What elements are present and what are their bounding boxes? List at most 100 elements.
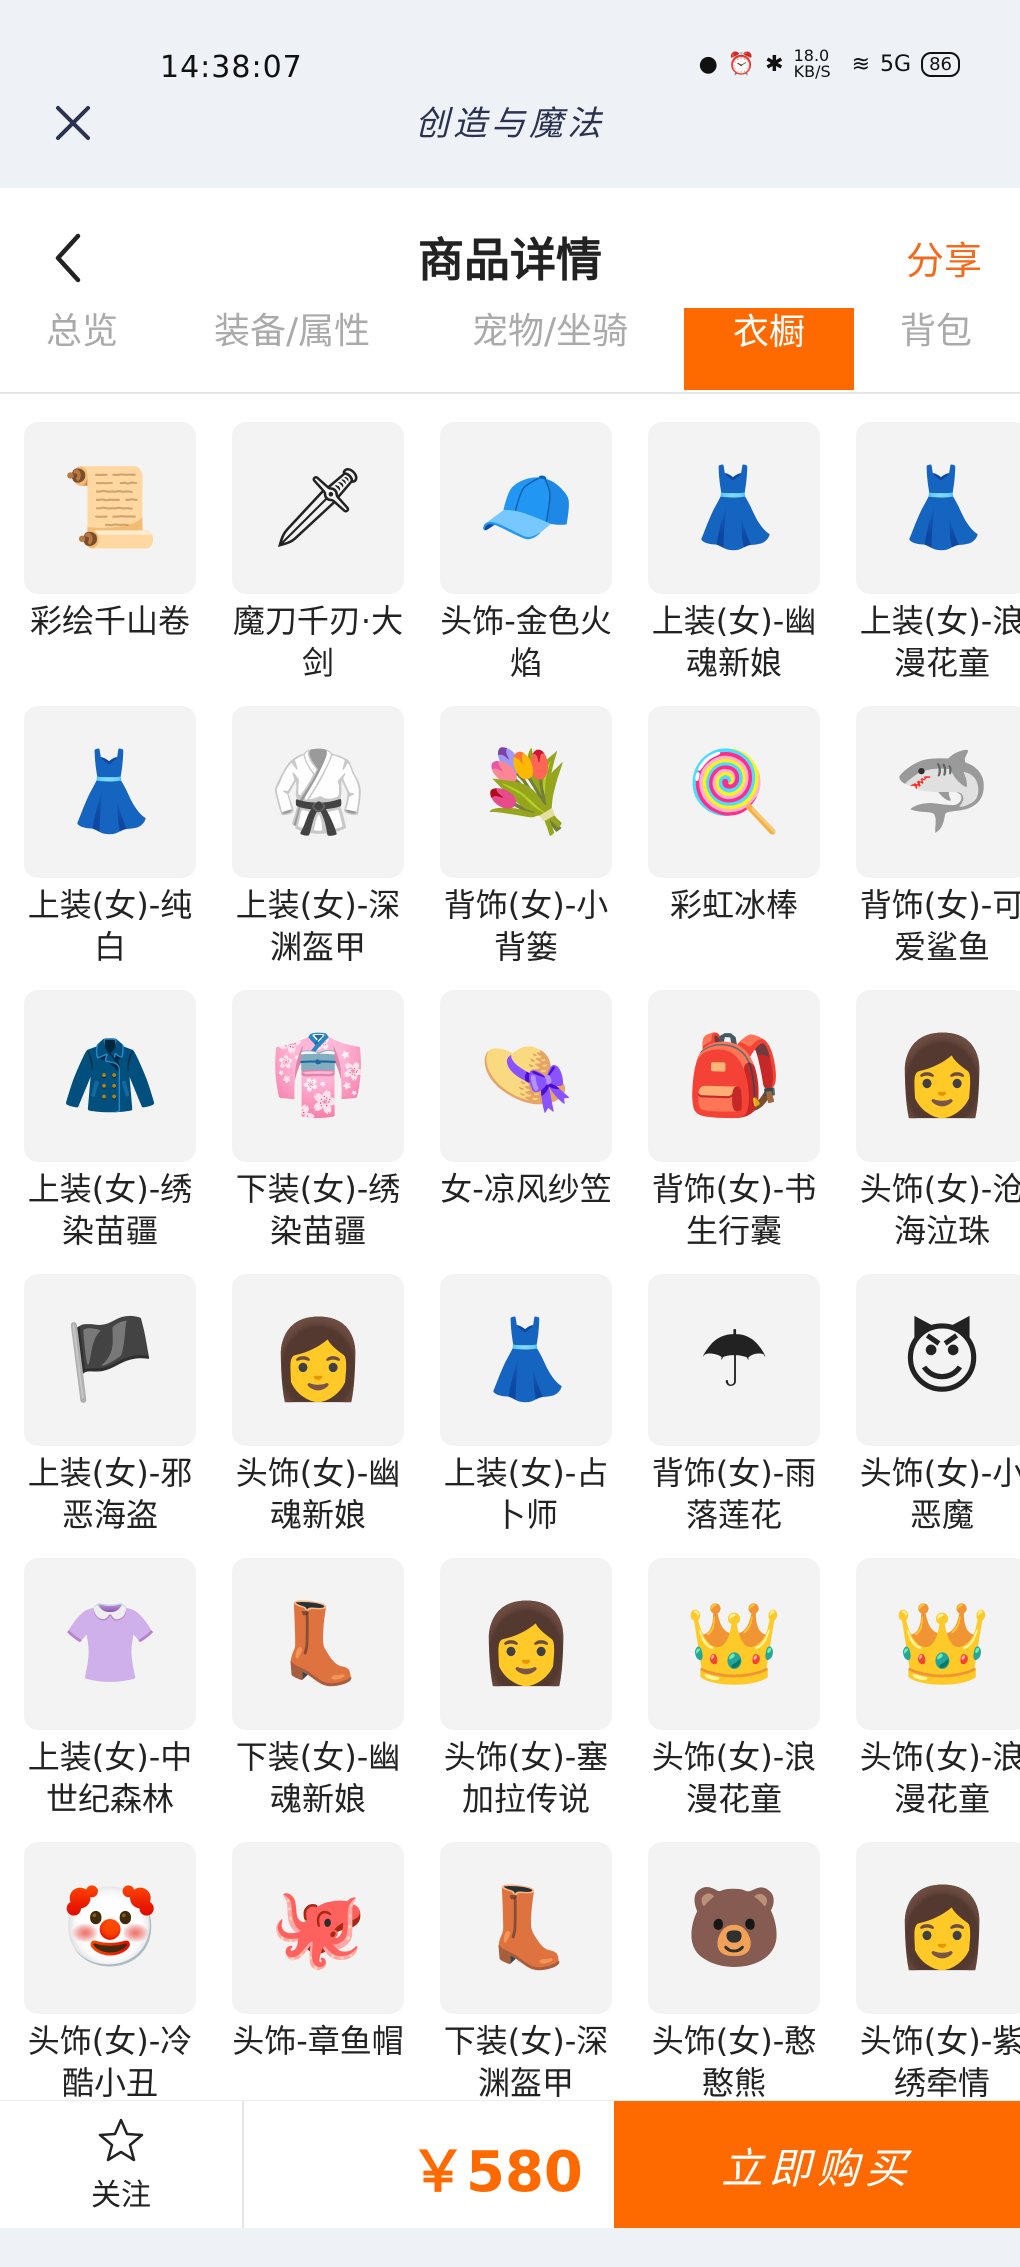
umbrella-icon: ☂ xyxy=(648,1274,820,1446)
wardrobe-item[interactable]: 👑 头饰(女)-浪漫花童 xyxy=(644,1558,824,1842)
hair-icon: 👩 xyxy=(232,1274,404,1446)
pirate-icon: 🏴 xyxy=(24,1274,196,1446)
popsicle-icon: 🍭 xyxy=(648,706,820,878)
wardrobe-item-name: 魔刀千刃·大剑 xyxy=(232,602,404,682)
follow-label: 关注 xyxy=(91,2178,151,2213)
bottom-bar: 关注 ￥580 立即购买 xyxy=(0,2100,1020,2229)
flower-basket-icon: 💐 xyxy=(440,706,612,878)
price: ￥580 xyxy=(410,2140,583,2205)
wardrobe-item[interactable]: 🐙 头饰-章鱼帽 xyxy=(228,1842,408,2100)
network-speed: 18.0 KB/S xyxy=(793,46,831,81)
wardrobe-item[interactable]: 🦈 背饰(女)-可爱鲨鱼 xyxy=(852,706,1020,990)
wardrobe-item[interactable]: 👗 上装(女)-浪漫花童 xyxy=(852,422,1020,706)
skirt-icon: 👘 xyxy=(232,990,404,1162)
share-button[interactable]: 分享 xyxy=(906,230,982,285)
wardrobe-item[interactable]: 🏴 上装(女)-邪恶海盗 xyxy=(20,1274,200,1558)
wardrobe-item-name: 上装(女)-浪漫花童 xyxy=(859,602,1020,682)
tab-equipment[interactable]: 装备/属性 xyxy=(214,308,370,382)
dress-icon: 👗 xyxy=(648,422,820,594)
wardrobe-item[interactable]: 👗 上装(女)-占卜师 xyxy=(436,1274,616,1558)
wardrobe-item[interactable]: 👘 下装(女)-绣染苗疆 xyxy=(228,990,408,1274)
shark-icon: 🦈 xyxy=(856,706,1020,878)
bluetooth-icon: ✱ xyxy=(765,51,784,77)
wardrobe-item[interactable]: 👩 头饰(女)-幽魂新娘 xyxy=(228,1274,408,1558)
octopus-icon: 🐙 xyxy=(232,1842,404,2014)
wardrobe-item[interactable]: 👗 上装(女)-纯白 xyxy=(20,706,200,990)
hair-icon: 👩 xyxy=(440,1558,612,1730)
tab-backpack[interactable]: 背包 xyxy=(900,308,972,382)
wardrobe-item[interactable]: 🧢 头饰-金色火焰 xyxy=(436,422,616,706)
wardrobe-item[interactable]: 👒 女-凉风纱笠 xyxy=(436,990,616,1274)
wardrobe-item-name: 头饰(女)-憨憨熊 xyxy=(651,2022,817,2100)
wardrobe-item[interactable]: 🐻 头饰(女)-憨憨熊 xyxy=(644,1842,824,2100)
armor-icon: 🥋 xyxy=(232,706,404,878)
boots-icon: 👢 xyxy=(232,1558,404,1730)
wardrobe-item-name: 上装(女)-纯白 xyxy=(27,886,193,966)
wardrobe-item[interactable]: 👩 头饰(女)-紫绣牵情 xyxy=(852,1842,1020,2100)
tab-wardrobe[interactable]: 衣橱 xyxy=(684,308,854,390)
follow-button[interactable]: 关注 xyxy=(0,2101,244,2229)
wardrobe-item-name: 上装(女)-中世纪森林 xyxy=(27,1738,193,1818)
wardrobe-item-name: 女-凉风纱笠 xyxy=(440,1170,612,1208)
wardrobe-item-name: 背饰(女)-可爱鲨鱼 xyxy=(859,886,1020,966)
wardrobe-item[interactable]: 👩 头饰(女)-沧海泣珠 xyxy=(852,990,1020,1274)
tab-pets[interactable]: 宠物/坐骑 xyxy=(472,308,628,382)
wardrobe-item-name: 头饰-章鱼帽 xyxy=(232,2022,404,2060)
star-icon xyxy=(98,2118,144,2162)
tab-overview[interactable]: 总览 xyxy=(46,308,118,382)
wardrobe-item[interactable]: 🍭 彩虹冰棒 xyxy=(644,706,824,990)
wardrobe-item-name: 头饰(女)-浪漫花童 xyxy=(651,1738,817,1818)
wardrobe-item-name: 头饰(女)-沧海泣珠 xyxy=(859,1170,1020,1250)
app-top-bar: 14:38:07 ● ⏰ ✱ 18.0 KB/S ≋ 5G 86 创造与魔法 xyxy=(0,0,1020,188)
wardrobe-item-name: 彩虹冰棒 xyxy=(669,886,798,924)
crown-icon: 👑 xyxy=(648,1558,820,1730)
wardrobe-item[interactable]: 👩 头饰(女)-塞加拉传说 xyxy=(436,1558,616,1842)
wardrobe-item[interactable]: 💐 背饰(女)-小背篓 xyxy=(436,706,616,990)
poncho-icon: 🧥 xyxy=(24,990,196,1162)
wardrobe-item-name: 上装(女)-邪恶海盗 xyxy=(27,1454,193,1534)
wardrobe-item[interactable]: 🗡 魔刀千刃·大剑 xyxy=(228,422,408,706)
wardrobe-item-name: 上装(女)-占卜师 xyxy=(443,1454,609,1534)
horns-icon: 😈 xyxy=(856,1274,1020,1446)
wardrobe-item[interactable]: 😈 头饰(女)-小恶魔 xyxy=(852,1274,1020,1558)
hair-icon: 👩 xyxy=(856,1842,1020,2014)
wardrobe-item-name: 头饰(女)-冷酷小丑 xyxy=(27,2022,193,2100)
wardrobe-item[interactable]: 👢 下装(女)-深渊盔甲 xyxy=(436,1842,616,2100)
wardrobe-item[interactable]: ☂ 背饰(女)-雨落莲花 xyxy=(644,1274,824,1558)
wardrobe-item[interactable]: 👗 上装(女)-幽魂新娘 xyxy=(644,422,824,706)
wardrobe-item[interactable]: 📜 彩绘千山卷 xyxy=(20,422,200,706)
backpack-icon: 🎒 xyxy=(648,990,820,1162)
clown-icon: 🤡 xyxy=(24,1842,196,2014)
dress-icon: 👗 xyxy=(856,422,1020,594)
wardrobe-item[interactable]: 🎒 背饰(女)-书生行囊 xyxy=(644,990,824,1274)
wardrobe-item-name: 下装(女)-绣染苗疆 xyxy=(235,1170,401,1250)
wardrobe-item-name: 头饰(女)-浪漫花童 xyxy=(859,1738,1020,1818)
wardrobe-item[interactable]: 🧥 上装(女)-绣染苗疆 xyxy=(20,990,200,1274)
wardrobe-item-name: 头饰(女)-小恶魔 xyxy=(859,1454,1020,1534)
wardrobe-item-name: 下装(女)-深渊盔甲 xyxy=(443,2022,609,2100)
wifi-icon: ≋ xyxy=(851,51,871,77)
battery-level: 86 xyxy=(921,51,960,77)
page-title: 商品详情 xyxy=(418,233,602,287)
wardrobe-item[interactable]: 👑 头饰(女)-浪漫花童 xyxy=(852,1558,1020,1842)
page-header: 商品详情 分享 xyxy=(0,188,1020,308)
wardrobe-item[interactable]: 👚 上装(女)-中世纪森林 xyxy=(20,1558,200,1842)
wardrobe-item-name: 头饰-金色火焰 xyxy=(440,602,612,682)
wardrobe-item-name: 头饰(女)-幽魂新娘 xyxy=(235,1454,401,1534)
bear-icon: 🐻 xyxy=(648,1842,820,2014)
boots-icon: 👢 xyxy=(440,1842,612,2014)
alarm-icon: ⏰ xyxy=(727,51,756,77)
wardrobe-item[interactable]: 👢 下装(女)-幽魂新娘 xyxy=(228,1558,408,1842)
wardrobe-item[interactable]: 🥋 上装(女)-深渊盔甲 xyxy=(228,706,408,990)
wardrobe-item-name: 彩绘千山卷 xyxy=(29,602,190,640)
wardrobe-item-name: 上装(女)-幽魂新娘 xyxy=(651,602,817,682)
dress-icon: 👗 xyxy=(440,1274,612,1446)
buy-now-button[interactable]: 立即购买 xyxy=(614,2101,1020,2229)
wardrobe-item[interactable]: 🤡 头饰(女)-冷酷小丑 xyxy=(20,1842,200,2100)
status-time: 14:38:07 xyxy=(160,50,303,85)
wardrobe-item-name: 背饰(女)-书生行囊 xyxy=(651,1170,817,1250)
wardrobe-item-name: 头饰(女)-紫绣牵情 xyxy=(859,2022,1020,2100)
hair-icon: 👩 xyxy=(856,990,1020,1162)
crown-icon: 👑 xyxy=(856,1558,1020,1730)
signal-5g-label: 5G xyxy=(880,51,912,77)
